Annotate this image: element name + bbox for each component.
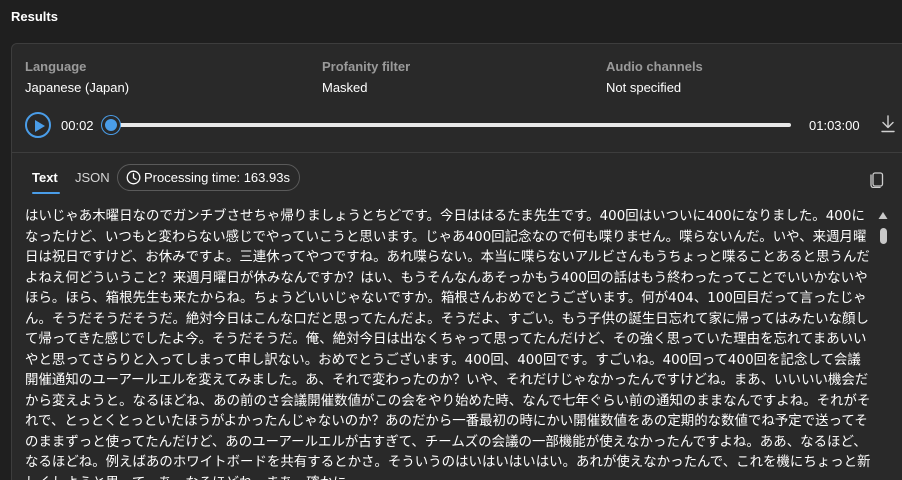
seek-handle[interactable] [102, 116, 121, 134]
tab-text-selected-indicator [32, 192, 60, 194]
audio-player: 00:02 01:03:00 [25, 111, 895, 139]
language-meta: Language Japanese (Japan) [25, 59, 129, 95]
audio-channels-label: Audio channels [606, 59, 703, 74]
copy-button[interactable] [869, 170, 885, 193]
copy-icon [870, 172, 884, 189]
clock-icon [126, 170, 141, 185]
scroll-up-arrow-icon[interactable] [878, 211, 888, 220]
scrollbar-thumb[interactable] [880, 228, 887, 244]
audio-channels-value: Not specified [606, 80, 682, 95]
transcript-text: はいじゃあ木曜日なのでガンチブさせちゃ帰りましょうとちどです。今日ははるたま先生… [25, 209, 871, 480]
download-icon [881, 115, 895, 133]
profanity-meta: Profanity filter Masked [322, 59, 410, 95]
play-icon [35, 120, 45, 132]
language-label: Language [25, 59, 87, 74]
profanity-label: Profanity filter [322, 59, 411, 74]
results-title: Results [11, 9, 58, 24]
tab-json[interactable]: JSON [75, 170, 110, 185]
seek-bar[interactable] [113, 123, 791, 127]
total-time: 01:03:00 [809, 118, 860, 133]
tab-text[interactable]: Text [32, 170, 58, 185]
processing-time-text: Processing time: 163.93s [144, 170, 290, 185]
profanity-value: Masked [322, 80, 368, 95]
language-value: Japanese (Japan) [25, 80, 130, 95]
download-button[interactable] [880, 115, 896, 138]
current-time: 00:02 [61, 118, 94, 133]
processing-time-badge: Processing time: 163.93s [117, 164, 300, 191]
audio-meta: Audio channels Not specified [606, 59, 703, 95]
results-card: Language Japanese (Japan) Profanity filt… [11, 43, 902, 480]
view-tabs: Text JSON Processing time: 163.93s [25, 161, 895, 197]
play-button[interactable] [25, 112, 51, 138]
divider [12, 152, 902, 153]
